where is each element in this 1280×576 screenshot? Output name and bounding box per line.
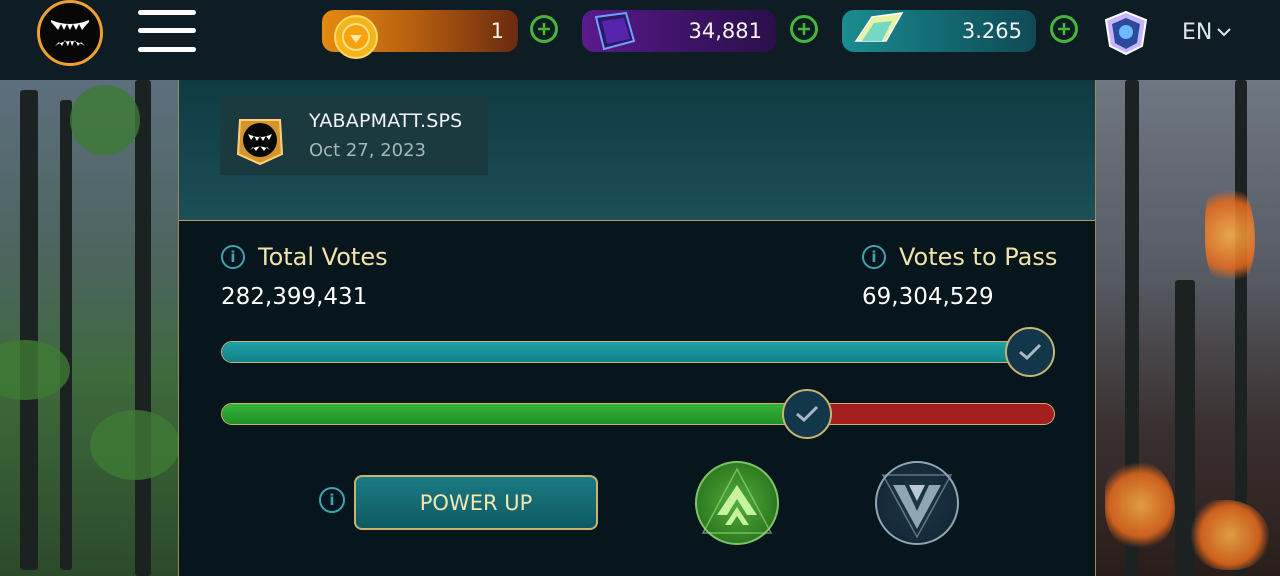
hamburger-menu-button[interactable] bbox=[138, 10, 196, 52]
downvote-button[interactable] bbox=[875, 461, 959, 545]
gold-balance[interactable]: 1 bbox=[322, 10, 518, 59]
author-card[interactable]: YABAPMATT.SPS Oct 27, 2023 bbox=[220, 96, 488, 175]
total-votes-progress-bar bbox=[221, 341, 1055, 363]
votes-to-pass-info-icon[interactable]: i bbox=[862, 245, 886, 269]
add-dec-button[interactable] bbox=[790, 15, 818, 43]
avatar-shield-icon bbox=[1104, 10, 1148, 56]
upvote-button[interactable] bbox=[695, 461, 779, 545]
add-sps-button[interactable] bbox=[1050, 15, 1078, 43]
purple-crystal-icon bbox=[594, 11, 636, 51]
top-bar: 1 34,881 3.265 EN bbox=[0, 0, 1280, 80]
gold-coin-icon bbox=[334, 15, 378, 59]
plus-icon bbox=[538, 23, 550, 35]
yes-no-split-bar bbox=[221, 403, 1055, 425]
add-gold-button[interactable] bbox=[530, 15, 558, 43]
total-votes-info-icon[interactable]: i bbox=[221, 245, 245, 269]
yes-share-marker bbox=[782, 389, 833, 439]
check-icon bbox=[796, 405, 819, 423]
pass-threshold-marker bbox=[1005, 327, 1055, 377]
game-logo[interactable] bbox=[37, 0, 103, 66]
sps-balance-value: 3.265 bbox=[961, 19, 1022, 43]
language-label: EN bbox=[1182, 19, 1213, 45]
power-up-button[interactable]: POWER UP bbox=[354, 475, 598, 530]
gold-balance-value: 1 bbox=[490, 19, 504, 43]
fangs-logo-icon bbox=[51, 20, 89, 46]
votes-to-pass-value: 69,304,529 bbox=[862, 284, 994, 310]
proposal-date: Oct 27, 2023 bbox=[309, 140, 426, 161]
yes-votes-fill bbox=[222, 404, 807, 424]
chevron-up-icon bbox=[701, 467, 773, 534]
teal-shard-icon bbox=[854, 12, 904, 42]
plus-icon bbox=[798, 23, 810, 35]
check-icon bbox=[1019, 343, 1042, 361]
author-name: YABAPMATT.SPS bbox=[309, 110, 463, 132]
plus-icon bbox=[1058, 23, 1070, 35]
total-votes-progress-fill bbox=[222, 342, 1054, 362]
right-forest-scenery bbox=[1095, 80, 1280, 576]
power-up-info-icon[interactable]: i bbox=[319, 487, 345, 513]
dec-balance-value: 34,881 bbox=[688, 19, 762, 43]
left-forest-scenery bbox=[0, 80, 180, 576]
voting-section: i Total Votes 282,399,431 i Votes to Pas… bbox=[179, 221, 1095, 576]
author-badge-icon bbox=[236, 119, 284, 166]
language-selector[interactable]: EN bbox=[1182, 17, 1232, 47]
votes-to-pass-label: Votes to Pass bbox=[899, 243, 1058, 271]
proposal-header: YABAPMATT.SPS Oct 27, 2023 bbox=[179, 80, 1095, 221]
total-votes-label: Total Votes bbox=[258, 243, 388, 271]
total-votes-value: 282,399,431 bbox=[221, 284, 368, 310]
sps-balance[interactable]: 3.265 bbox=[842, 10, 1036, 52]
profile-avatar[interactable] bbox=[1102, 10, 1150, 56]
chevron-down-icon bbox=[881, 474, 953, 539]
chevron-down-icon bbox=[1217, 28, 1232, 37]
proposal-panel: YABAPMATT.SPS Oct 27, 2023 i Total Votes… bbox=[178, 80, 1096, 576]
dec-balance[interactable]: 34,881 bbox=[582, 10, 776, 52]
